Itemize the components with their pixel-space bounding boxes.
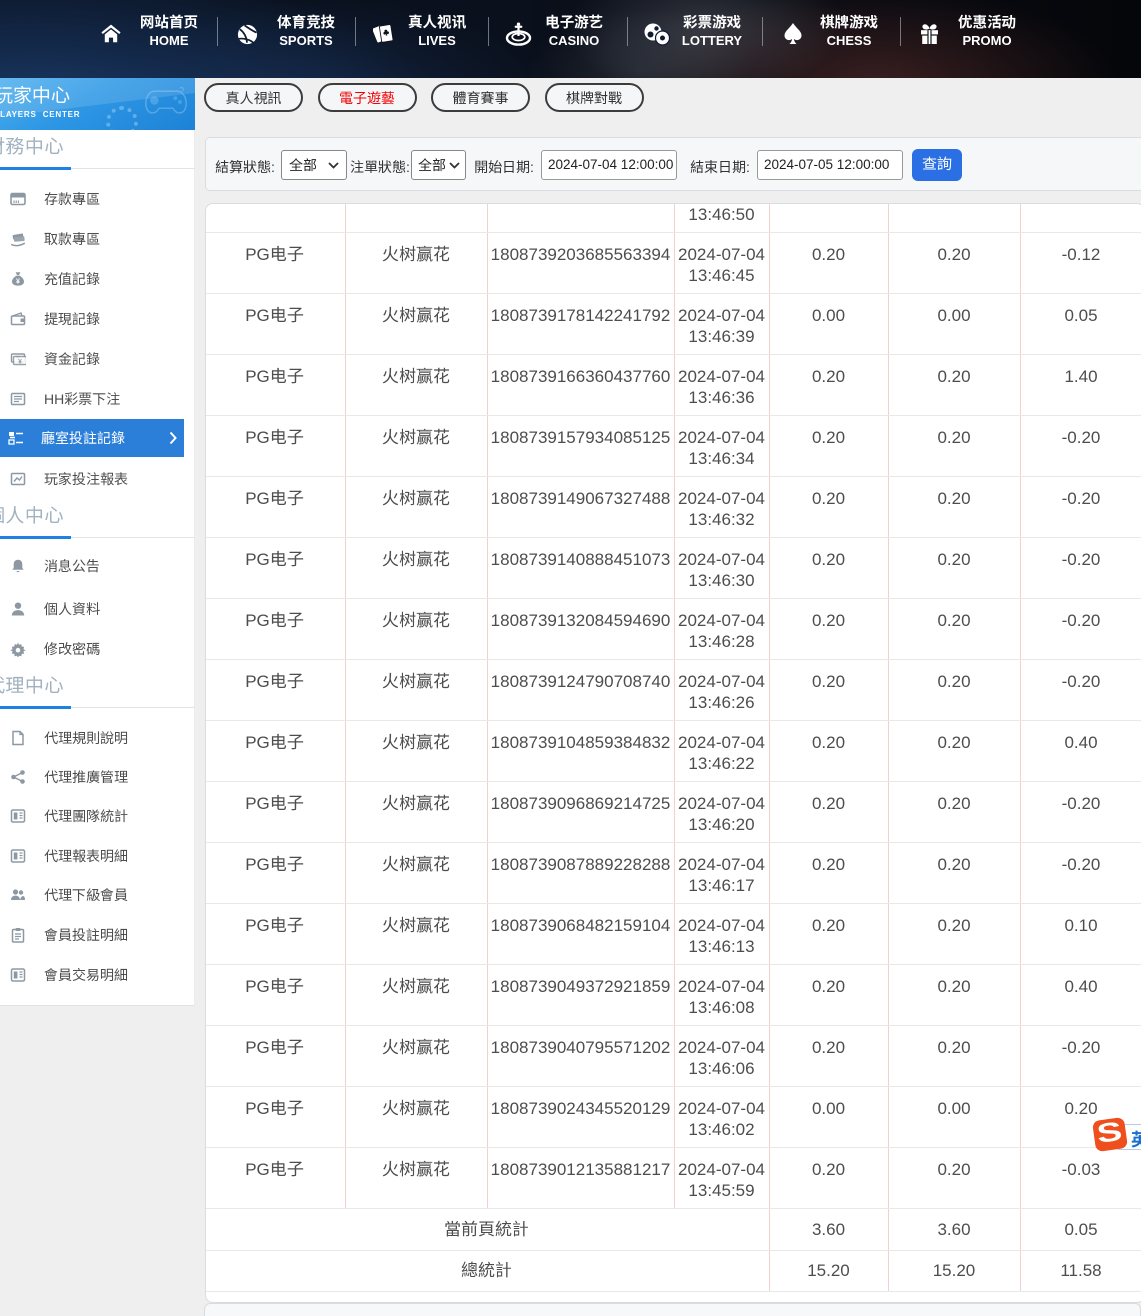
svg-text:¥: ¥ xyxy=(18,358,22,365)
svg-text:¥: ¥ xyxy=(16,279,20,286)
